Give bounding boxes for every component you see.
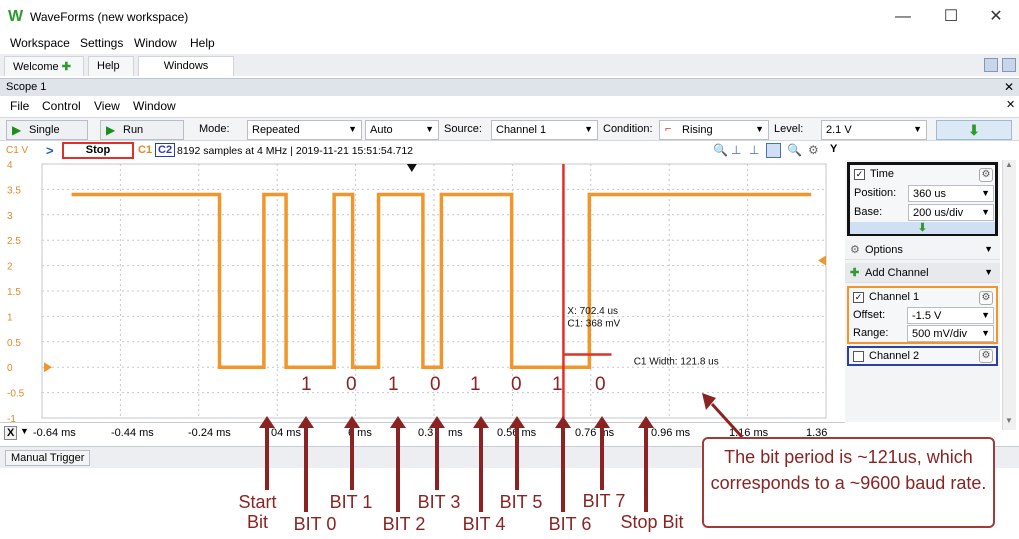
bit0-label: BIT 0 xyxy=(293,514,337,534)
bit-arrow xyxy=(555,416,571,512)
width-pointer-arrow xyxy=(702,393,744,439)
bit-arrow xyxy=(473,416,489,512)
baud-rate-note: The bit period is ~121us, which correspo… xyxy=(702,437,995,528)
bit6-label: BIT 6 xyxy=(548,514,592,534)
bit1-label: BIT 1 xyxy=(329,492,373,512)
start-bit-label: Start Bit xyxy=(238,492,277,532)
stop-bit-label: Stop Bit xyxy=(620,512,684,532)
bit2-label: BIT 2 xyxy=(382,514,426,534)
bit-arrow xyxy=(594,416,610,490)
bit-arrow xyxy=(638,416,654,512)
bit4-label: BIT 4 xyxy=(462,514,506,534)
bit7-label: BIT 7 xyxy=(582,491,626,511)
bit-arrow xyxy=(390,416,406,512)
bit-arrow xyxy=(298,416,314,512)
bit3-label: BIT 3 xyxy=(417,492,461,512)
bit-arrow xyxy=(509,416,525,490)
bit-arrow xyxy=(259,416,275,490)
bit-arrow xyxy=(429,416,445,490)
bit5-label: BIT 5 xyxy=(499,492,543,512)
bit-arrow xyxy=(344,416,360,490)
